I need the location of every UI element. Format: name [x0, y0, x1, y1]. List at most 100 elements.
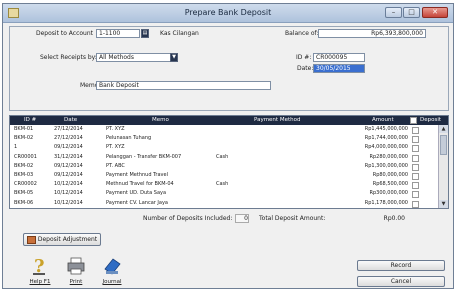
cell-amount: Rp1,178,000,000 [364, 199, 408, 206]
cell-method: Cash [216, 153, 229, 160]
column-amount[interactable]: Amount [372, 116, 394, 125]
cell-method: Cash [216, 181, 229, 188]
adjustment-icon [26, 235, 36, 244]
deposit-to-label: Deposit to Account [36, 30, 93, 37]
deposits-included-value: 0 [235, 214, 249, 223]
cell-memo: PT. ABC [106, 162, 125, 169]
cell-memo: Pelunasan Tuhang [106, 135, 152, 142]
table-row[interactable]: BKM-06 10/12/2014 Payment CV. Lancar Jaya R… [10, 199, 438, 208]
table-row[interactable]: CR00002 10/12/2014 Methnud Travel for BKM-… [10, 181, 438, 190]
select-receipts-label: Select Receipts by: [40, 54, 97, 61]
cell-id: BKM-03 [14, 172, 34, 178]
table-row[interactable]: CR00001 31/12/2014 Pelanggan - Transfer BK… [10, 153, 438, 162]
date-label: Date: [297, 65, 314, 72]
cell-method [216, 126, 306, 133]
maximize-button[interactable]: □ [403, 7, 420, 18]
help-label: Help F1 [29, 279, 51, 285]
cell-amount: Rp80,000,000 [372, 172, 408, 178]
cancel-button[interactable]: Cancel [357, 276, 445, 287]
cell-date: 10/12/2014 [54, 199, 83, 206]
help-button[interactable]: ? Help F1 [25, 253, 55, 289]
cell-id: 1 [14, 144, 18, 151]
cell-method [216, 200, 306, 207]
deposit-checkbox[interactable] [412, 191, 419, 199]
minimize-button[interactable]: – [385, 7, 402, 18]
cell-date: 27/12/2014 [54, 135, 83, 142]
deposit-header-pane: Deposit to Account 1-1100 ▤ Kas Cilangan… [9, 26, 449, 111]
column-memo[interactable]: Memo [152, 116, 169, 125]
scroll-thumb[interactable] [440, 135, 447, 155]
table-row[interactable]: BKM-02 09/12/2014 PT. ABC Rp1,300,000,000 [10, 162, 438, 171]
account-number-field[interactable]: 1-1100 [96, 29, 140, 38]
select-all-checkbox[interactable] [410, 117, 417, 124]
chevron-down-icon[interactable]: ▼ [170, 53, 178, 62]
column-date[interactable]: Date [64, 116, 77, 125]
cell-date: 09/12/2014 [54, 162, 83, 169]
deposit-checkbox[interactable] [412, 145, 419, 153]
deposit-checkbox[interactable] [412, 127, 419, 134]
receipts-table: ID # Date Memo Payment Method Amount Dep… [9, 115, 449, 209]
id-label: ID #: [296, 54, 312, 61]
date-field[interactable]: 30/05/2015 [313, 64, 365, 73]
cell-id: BKM-05 [14, 190, 34, 197]
scroll-up-icon[interactable]: ▲ [439, 125, 448, 133]
cell-date: 27/12/2014 [54, 126, 83, 132]
table-row[interactable]: BKM-01 27/12/2014 PT. XYZ Rp1,445,000,000 [10, 126, 438, 134]
close-button[interactable]: ✕ [422, 7, 448, 18]
deposit-checkbox[interactable] [412, 154, 419, 162]
cell-memo: Payment UD. Duta Saya [106, 190, 167, 197]
cell-memo: Pelanggan - Transfer BKM-007 [106, 153, 182, 160]
deposits-included-label: Number of Deposits Included: [143, 215, 233, 222]
table-row[interactable]: BKM-03 09/12/2014 Payment Methnud Travel Rp… [10, 172, 438, 180]
deposit-adjustment-label: Deposit Adjustment [37, 236, 98, 243]
total-deposit-value: Rp0.00 [383, 215, 405, 222]
balance-field: Rp6,393,800,000 [318, 29, 426, 38]
scroll-down-icon[interactable]: ▼ [439, 200, 448, 208]
vertical-scrollbar[interactable]: ▲ ▼ [438, 125, 448, 208]
print-label: Print [69, 279, 83, 285]
cell-date: 10/12/2014 [54, 181, 83, 188]
cell-date: 31/12/2014 [54, 153, 83, 160]
table-row[interactable]: BKM-02 27/12/2014 Pelunasan Tuhang Rp1,744,… [10, 135, 438, 144]
cell-amount: Rp1,300,000,000 [364, 162, 408, 169]
record-button[interactable]: Record [357, 260, 445, 271]
cell-memo: PT. XYZ [106, 144, 125, 151]
journal-icon [104, 258, 121, 275]
account-name: Kas Cilangan [160, 30, 199, 37]
table-row[interactable]: BKM-05 10/12/2014 Payment UD. Duta Saya Rp3… [10, 190, 438, 199]
cell-memo: Methnud Travel for BKM-04 [106, 181, 174, 188]
print-button[interactable]: Print [61, 253, 91, 289]
cell-amount: Rp280,000,000 [369, 153, 408, 160]
total-deposit-label: Total Deposit Amount: [259, 215, 326, 222]
cell-amount: Rp68,500,000 [372, 181, 408, 188]
prepare-bank-deposit-window: Prepare Bank Deposit – □ ✕ Deposit to Ac… [2, 3, 454, 289]
deposit-checkbox[interactable] [412, 173, 419, 180]
title-bar: Prepare Bank Deposit – □ ✕ [3, 4, 453, 23]
column-deposit[interactable]: Deposit [420, 116, 441, 125]
cell-amount: Rp4,000,000,000 [364, 144, 408, 151]
id-field[interactable]: CR000095 [313, 53, 365, 62]
account-lookup-icon[interactable]: ▤ [141, 29, 149, 38]
column-id[interactable]: ID # [24, 116, 36, 125]
journal-button[interactable]: Journal [97, 253, 127, 289]
deposit-checkbox[interactable] [412, 200, 419, 208]
cell-method [216, 172, 306, 179]
cell-amount: Rp300,000,000 [369, 190, 408, 197]
table-row[interactable]: 1 09/12/2014 PT. XYZ Rp4,000,000,000 [10, 144, 438, 153]
cell-method [216, 190, 306, 197]
cell-date: 09/12/2014 [54, 172, 83, 178]
deposit-checkbox[interactable] [412, 182, 419, 190]
cell-method [216, 135, 306, 142]
deposit-checkbox[interactable] [412, 136, 419, 144]
cell-method [216, 144, 306, 151]
select-receipts-dropdown[interactable]: All Methods [96, 53, 172, 62]
deposit-adjustment-button[interactable]: Deposit Adjustment [23, 233, 101, 246]
journal-label: Journal [102, 279, 122, 285]
cell-id: BKM-02 [14, 162, 34, 169]
deposit-checkbox[interactable] [412, 163, 419, 171]
memo-field[interactable]: Bank Deposit [96, 81, 271, 90]
printer-icon [67, 257, 85, 275]
column-payment-method[interactable]: Payment Method [254, 116, 300, 125]
cell-method [216, 163, 306, 170]
balance-label: Balance of: [285, 30, 319, 37]
